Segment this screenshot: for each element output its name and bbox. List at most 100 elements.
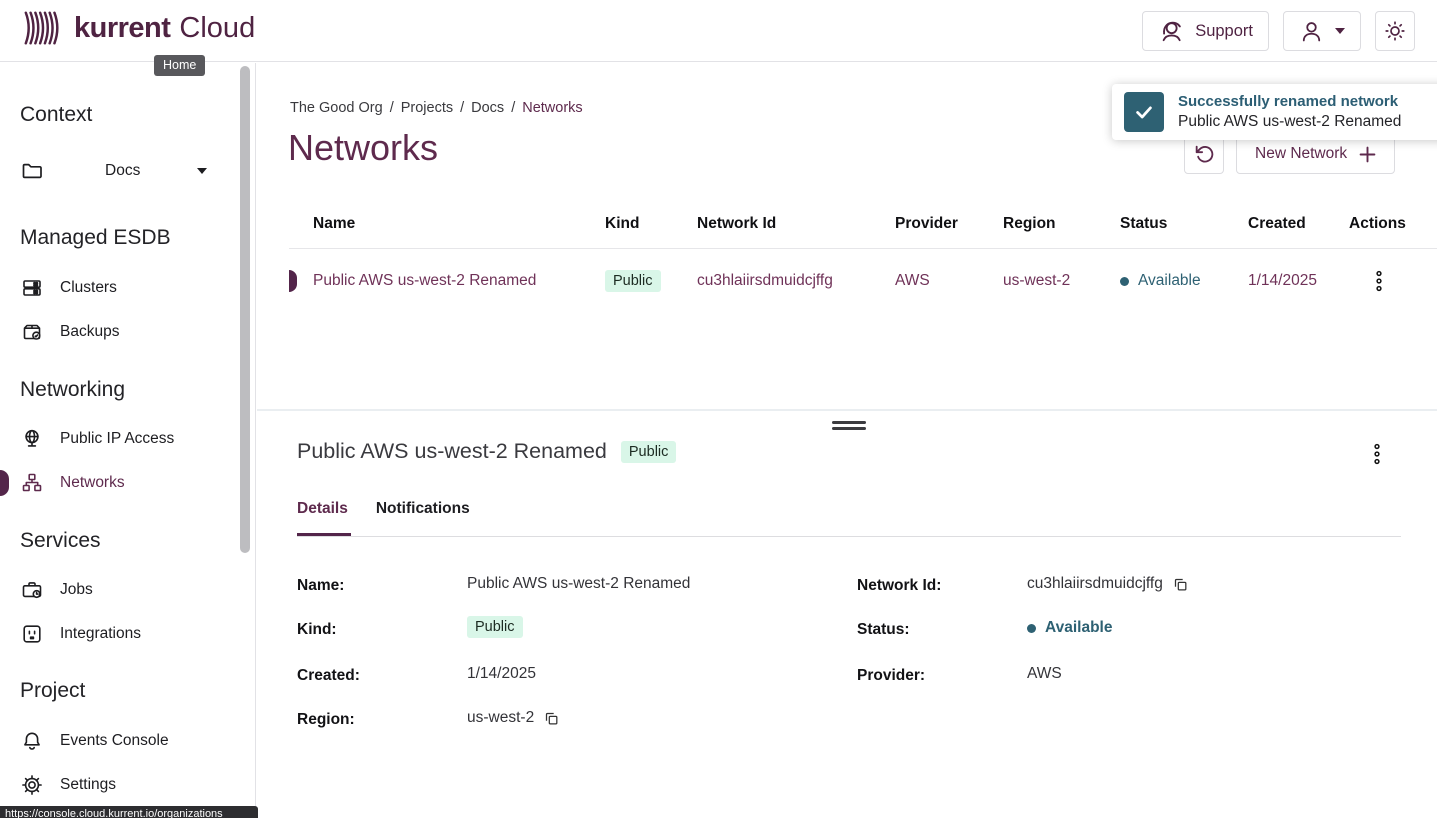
- breadcrumb-separator: /: [460, 100, 464, 116]
- detail-header: Public AWS us-west-2 Renamed Public: [297, 439, 676, 464]
- sitemap-icon: [20, 471, 44, 495]
- header-actions: Support: [1142, 11, 1415, 51]
- brand-logo[interactable]: kurrent Cloud: [22, 9, 255, 47]
- bell-icon: [20, 729, 44, 753]
- sidebar-heading-project: Project: [20, 679, 85, 703]
- sidebar-item-public-ip-access[interactable]: Public IP Access: [0, 425, 240, 453]
- kind-badge: Public: [605, 270, 661, 292]
- detail-actions-menu-button[interactable]: [1369, 441, 1385, 467]
- panel-divider: [257, 409, 1437, 411]
- panel-drag-handle[interactable]: [832, 421, 866, 433]
- networks-table-header: Name Kind Network Id Provider Region Sta…: [313, 215, 1409, 233]
- chevron-down-icon: [197, 168, 207, 174]
- sidebar: Context Docs Managed ESDB Clusters: [0, 63, 256, 818]
- home-tooltip: Home: [154, 55, 205, 76]
- refresh-icon: [1193, 143, 1215, 165]
- breadcrumb-current: Networks: [522, 100, 582, 116]
- user-menu-button[interactable]: [1283, 11, 1361, 51]
- created-cell: 1/14/2025: [1248, 272, 1349, 290]
- sidebar-item-networks[interactable]: Networks: [0, 469, 240, 497]
- plus-icon: [1359, 146, 1376, 163]
- status-dot-icon: [1027, 624, 1036, 633]
- sidebar-item-settings[interactable]: Settings: [0, 771, 240, 799]
- copy-icon: [544, 711, 559, 726]
- toast-message: Public AWS us-west-2 Renamed: [1178, 113, 1401, 131]
- detail-title: Public AWS us-west-2 Renamed: [297, 439, 607, 464]
- clusters-icon: [20, 276, 44, 300]
- kebab-icon: [1373, 443, 1381, 465]
- detail-tabs: Details Notifications: [297, 500, 470, 518]
- sidebar-heading-context: Context: [20, 103, 92, 127]
- row-actions-menu-button[interactable]: [1371, 268, 1387, 294]
- breadcrumb-org[interactable]: The Good Org: [290, 100, 383, 116]
- field-label-created: Created:: [297, 667, 360, 685]
- sidebar-item-label: Events Console: [60, 732, 169, 750]
- column-header-actions: Actions: [1349, 215, 1409, 233]
- sidebar-item-integrations[interactable]: Integrations: [0, 620, 240, 648]
- table-header-divider: [289, 248, 1437, 249]
- support-label: Support: [1195, 22, 1253, 41]
- sidebar-heading-services: Services: [20, 529, 101, 553]
- field-label-kind: Kind:: [297, 621, 337, 639]
- chevron-down-icon: [1335, 28, 1345, 34]
- column-header-name: Name: [313, 215, 605, 233]
- main-content: The Good Org / Projects / Docs / Network…: [257, 63, 1437, 818]
- breadcrumb-separator: /: [511, 100, 515, 116]
- field-value-provider: AWS: [1027, 665, 1062, 683]
- outlet-icon: [20, 622, 44, 646]
- refresh-button[interactable]: [1184, 134, 1224, 174]
- tab-details[interactable]: Details: [297, 500, 348, 518]
- status-dot-icon: [1120, 277, 1129, 286]
- sidebar-scrollbar[interactable]: [240, 66, 250, 553]
- field-label-status: Status:: [857, 621, 910, 639]
- briefcase-clock-icon: [20, 578, 44, 602]
- globe-icon: [20, 427, 44, 451]
- toast-title: Successfully renamed network: [1178, 93, 1398, 110]
- headset-icon: [1158, 18, 1184, 44]
- success-icon-box: [1124, 92, 1164, 132]
- field-value-region: us-west-2: [467, 709, 534, 727]
- field-value-created: 1/14/2025: [467, 665, 536, 683]
- column-header-kind: Kind: [605, 215, 697, 233]
- table-row[interactable]: Public AWS us-west-2 Renamed Public cu3h…: [313, 261, 1409, 301]
- brand-suffix: Cloud: [179, 12, 255, 45]
- sidebar-item-jobs[interactable]: Jobs: [0, 576, 240, 604]
- sidebar-context-selector[interactable]: Docs: [0, 157, 240, 185]
- check-icon: [1133, 101, 1155, 123]
- folder-icon: [20, 159, 44, 183]
- context-selector-value: Docs: [105, 162, 140, 180]
- field-value-status: Available: [1045, 619, 1113, 637]
- brand-name: kurrent: [74, 12, 170, 45]
- detail-kind-badge: Public: [621, 441, 677, 463]
- field-label-provider: Provider:: [857, 667, 925, 685]
- network-id-cell: cu3hlaiirsdmuidcjffg: [697, 272, 895, 290]
- tab-notifications[interactable]: Notifications: [376, 500, 470, 518]
- toast-notification[interactable]: Successfully renamed network Public AWS …: [1112, 84, 1437, 140]
- selected-row-indicator: [289, 270, 297, 292]
- copy-region-button[interactable]: [544, 711, 559, 726]
- status-cell: Available: [1120, 272, 1248, 290]
- breadcrumb-projects[interactable]: Projects: [401, 100, 453, 116]
- theme-toggle-button[interactable]: [1375, 11, 1415, 51]
- sidebar-heading-networking: Networking: [20, 378, 125, 402]
- gear-icon: [20, 773, 44, 797]
- sidebar-item-backups[interactable]: Backups: [0, 318, 240, 346]
- network-name-link[interactable]: Public AWS us-west-2 Renamed: [313, 272, 536, 289]
- column-header-created: Created: [1248, 215, 1349, 233]
- top-bar: kurrent Cloud Support: [0, 0, 1437, 62]
- support-button[interactable]: Support: [1142, 11, 1269, 51]
- sun-icon: [1383, 19, 1407, 43]
- sidebar-item-label: Settings: [60, 776, 116, 794]
- field-label-region: Region:: [297, 711, 355, 729]
- copy-network-id-button[interactable]: [1173, 577, 1188, 592]
- sidebar-item-label: Clusters: [60, 279, 117, 297]
- new-network-button[interactable]: New Network: [1236, 134, 1395, 174]
- sidebar-item-events-console[interactable]: Events Console: [0, 727, 240, 755]
- breadcrumb-separator: /: [390, 100, 394, 116]
- column-header-provider: Provider: [895, 215, 1003, 233]
- sidebar-heading-managed-esdb: Managed ESDB: [20, 226, 171, 250]
- breadcrumb-project-docs[interactable]: Docs: [471, 100, 504, 116]
- sidebar-item-label: Public IP Access: [60, 430, 174, 448]
- sidebar-item-clusters[interactable]: Clusters: [0, 274, 240, 302]
- new-network-label: New Network: [1255, 145, 1347, 163]
